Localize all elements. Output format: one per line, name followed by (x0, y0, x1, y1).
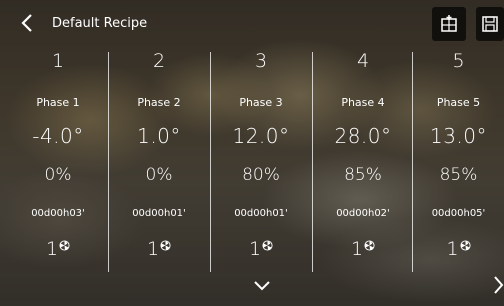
phase-column-3[interactable]: 3 Phase 3 12.0° 80% 00d00h01' 1 (211, 44, 311, 272)
header-bar: Default Recipe (0, 0, 504, 44)
phase-column-4[interactable]: 4 Phase 4 28.0° 85% 00d00h02' 1 (313, 44, 413, 272)
phase-column-1[interactable]: 1 Phase 1 -4.0° 0% 00d00h03' 1 (8, 44, 108, 272)
phase-name: Phase 1 (36, 96, 80, 109)
fan-speed-value: 1 (146, 238, 160, 260)
phase-duration[interactable]: 00d00h01' (211, 208, 311, 219)
save-icon (482, 16, 498, 32)
scroll-down-button[interactable] (252, 278, 272, 292)
phase-fan-speed[interactable]: 1 (109, 238, 209, 260)
phase-humidity[interactable]: 85% (413, 165, 504, 185)
phase-duration[interactable]: 00d00h03' (8, 208, 108, 219)
next-page-button[interactable] (492, 274, 504, 296)
fan-speed-value: 1 (248, 238, 262, 260)
save-button[interactable] (476, 7, 504, 41)
phase-fan-speed[interactable]: 1 (313, 238, 413, 260)
phase-number: 5 (452, 50, 465, 72)
fan-speed-value: 1 (350, 238, 364, 260)
phase-number: 3 (254, 50, 268, 72)
phase-temperature[interactable]: 12.0° (211, 124, 311, 148)
chevron-right-icon (494, 276, 504, 294)
fan-icon (364, 240, 375, 251)
phase-humidity[interactable]: 0% (8, 165, 108, 185)
phase-temperature[interactable]: 28.0° (313, 124, 413, 148)
phase-temperature[interactable]: 1.0° (109, 124, 209, 148)
fan-icon (59, 240, 70, 251)
phase-duration[interactable]: 00d00h01' (109, 208, 209, 219)
phase-column-2[interactable]: 2 Phase 2 1.0° 0% 00d00h01' 1 (109, 44, 209, 272)
phase-name: Phase 2 (137, 96, 181, 109)
chevron-left-icon (21, 14, 32, 32)
phases-grid: 1 Phase 1 -4.0° 0% 00d00h03' 1 2 Phase 2… (0, 44, 504, 272)
fan-icon (160, 240, 171, 251)
phase-humidity[interactable]: 0% (109, 165, 209, 185)
page-title: Default Recipe (52, 16, 148, 31)
phase-duration[interactable]: 00d00h05' (413, 208, 504, 219)
phase-temperature[interactable]: -4.0° (8, 124, 108, 148)
phase-humidity[interactable]: 85% (313, 165, 413, 185)
phase-duration[interactable]: 00d00h02' (313, 208, 413, 219)
fan-speed-value: 1 (446, 238, 459, 260)
phase-temperature[interactable]: 13.0° (413, 124, 504, 148)
phase-number: 4 (356, 50, 370, 72)
phase-name: Phase 3 (239, 96, 283, 109)
phase-number: 1 (51, 50, 65, 72)
fan-speed-value: 1 (45, 238, 59, 260)
fan-icon (262, 240, 273, 251)
phase-column-5[interactable]: 5 Phase 5 13.0° 85% 00d00h05' 1 (413, 44, 504, 272)
fan-icon (460, 240, 471, 251)
phase-humidity[interactable]: 80% (211, 165, 311, 185)
add-table-button[interactable] (432, 7, 466, 41)
phase-name: Phase 5 (436, 96, 481, 109)
phase-number: 2 (152, 50, 166, 72)
phase-fan-speed[interactable]: 1 (8, 238, 108, 260)
phase-name: Phase 4 (341, 96, 385, 109)
phase-fan-speed[interactable]: 1 (413, 238, 504, 260)
add-table-icon (441, 15, 457, 32)
phase-fan-speed[interactable]: 1 (211, 238, 311, 260)
chevron-down-icon (254, 281, 270, 291)
back-button[interactable] (18, 12, 38, 34)
